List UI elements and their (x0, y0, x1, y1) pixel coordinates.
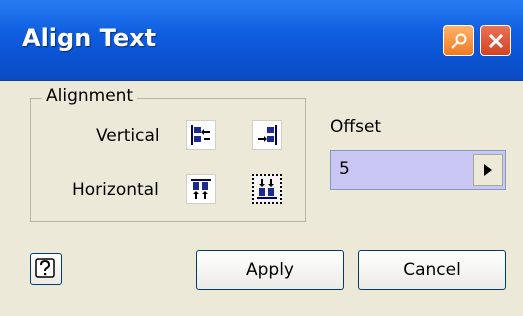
title-bar: Align Text (0, 0, 523, 81)
offset-spinner[interactable]: 5 (330, 150, 506, 190)
align-top-button[interactable] (186, 174, 216, 204)
align-left-icon (191, 125, 210, 145)
offset-label: Offset (330, 117, 382, 137)
apply-button[interactable]: Apply (196, 250, 344, 290)
close-button[interactable] (480, 25, 511, 56)
cancel-button[interactable]: Cancel (358, 250, 506, 290)
close-icon (488, 33, 503, 48)
dialog-title: Align Text (22, 24, 157, 52)
offset-value[interactable]: 5 (339, 159, 350, 179)
align-bottom-icon (257, 179, 277, 199)
pin-button[interactable] (443, 25, 474, 56)
alignment-group-label: Alignment (42, 86, 138, 106)
help-button[interactable] (30, 253, 62, 285)
align-top-icon (191, 179, 211, 199)
vertical-label: Vertical (96, 126, 160, 146)
pin-icon (450, 33, 466, 49)
horizontal-label: Horizontal (72, 180, 159, 200)
align-right-icon (258, 125, 277, 145)
offset-increment-button[interactable] (473, 154, 503, 186)
arrow-right-icon (484, 164, 492, 176)
align-bottom-button[interactable] (252, 174, 282, 204)
align-left-button[interactable] (186, 120, 216, 150)
help-icon (35, 258, 55, 278)
align-right-button[interactable] (252, 120, 282, 150)
